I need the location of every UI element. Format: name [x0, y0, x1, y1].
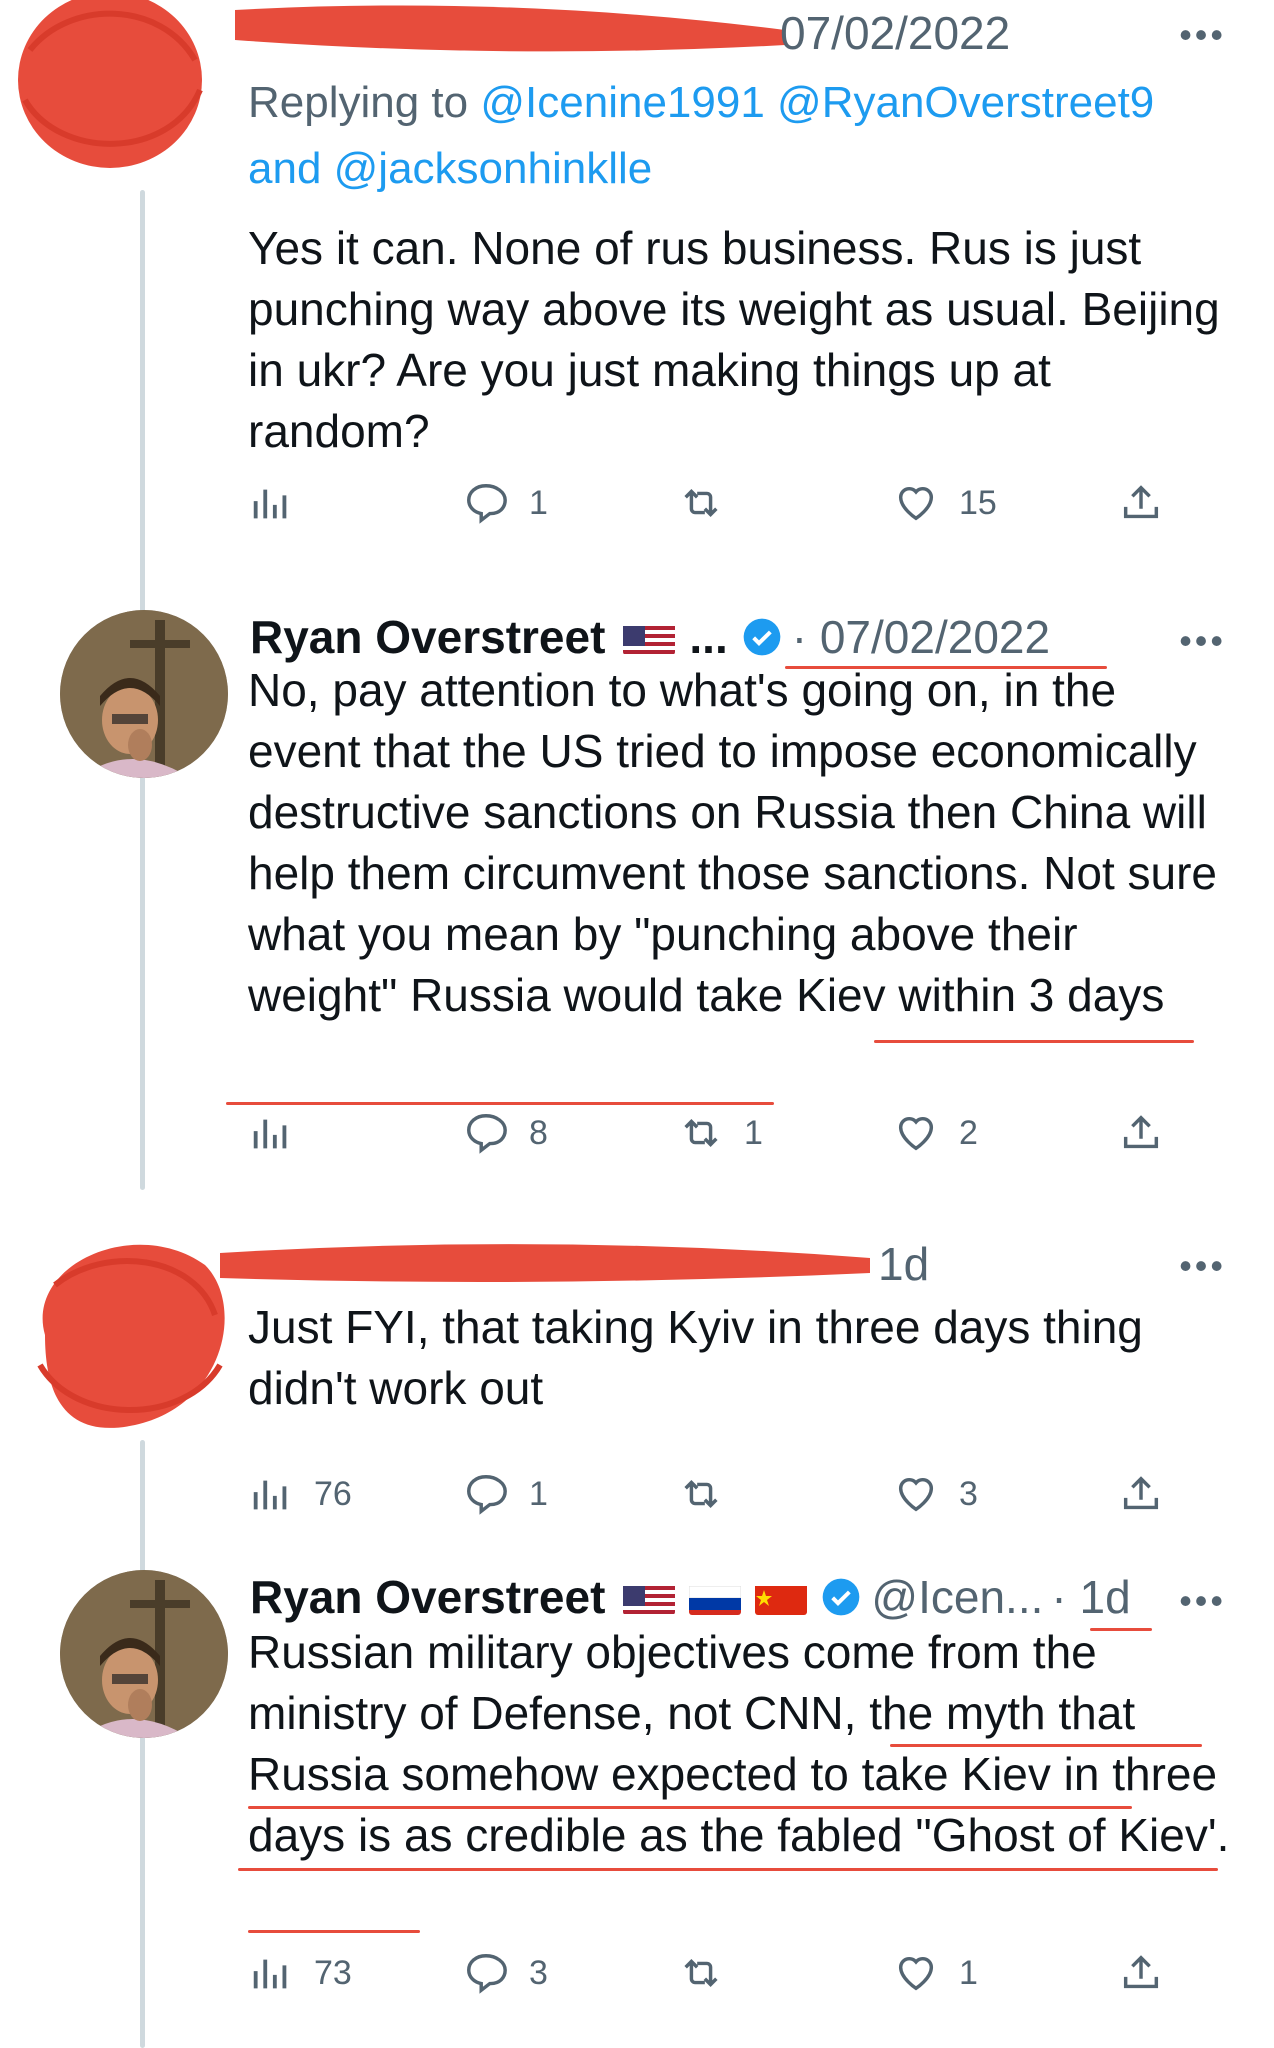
share-button[interactable] [1118, 1950, 1164, 1996]
views-count: 76 [314, 1474, 352, 1513]
share-icon [1123, 1955, 1159, 1989]
more-options-icon[interactable]: ••• [1179, 620, 1226, 662]
tweet-text: Yes it can. None of rus business. Rus is… [248, 222, 1220, 457]
thread-line [140, 1440, 145, 2048]
reply-icon [467, 1475, 507, 1515]
more-options-icon[interactable]: ••• [1179, 1580, 1226, 1622]
tweet-actions: 8 1 2 [248, 1110, 1178, 1170]
redacted-avatar [18, 0, 203, 168]
heart-icon [898, 1116, 934, 1151]
retweet-button[interactable] [678, 1950, 724, 1996]
like-button[interactable]: 3 [893, 1471, 978, 1517]
red-underline [238, 1868, 1218, 1871]
heart-icon [898, 486, 934, 521]
like-button[interactable]: 15 [893, 480, 997, 526]
views-icon [253, 1959, 287, 1989]
reply-button[interactable]: 1 [463, 1471, 548, 1517]
share-icon [1123, 1115, 1159, 1149]
red-underline [248, 1930, 420, 1933]
reply-count: 1 [529, 1474, 548, 1513]
russia-flag-icon [689, 1579, 742, 1615]
like-count: 2 [959, 1113, 978, 1152]
tweet-date[interactable]: 07/02/2022 [780, 6, 1010, 60]
verified-badge-icon [743, 618, 781, 656]
reply-icon [467, 484, 507, 524]
heart-icon [898, 1477, 934, 1512]
reply-button[interactable]: 1 [463, 480, 548, 526]
retweet-icon [684, 1480, 718, 1508]
retweet-icon [684, 489, 718, 517]
mention-link[interactable]: @Icenine1991 [480, 78, 764, 127]
more-options-icon[interactable]: ••• [1179, 1245, 1226, 1287]
share-icon [1123, 485, 1159, 519]
tweet-text: No, pay attention to what's going on, in… [248, 664, 1218, 1021]
reply-count: 3 [529, 1953, 548, 1992]
name-ellipsis: ... [689, 611, 728, 663]
mention-link[interactable]: @RyanOverstreet9 [777, 78, 1154, 127]
avatar[interactable] [60, 1570, 228, 1738]
display-name[interactable]: Ryan Overstreet [250, 1570, 605, 1624]
display-name[interactable]: Ryan Overstreet [250, 610, 605, 664]
reply-to-line: Replying to @Icenine1991 @RyanOverstreet… [248, 70, 1248, 202]
share-button[interactable] [1118, 1110, 1164, 1156]
reply-button[interactable]: 8 [463, 1110, 548, 1156]
tweet-actions: 73 3 1 [248, 1950, 1178, 2010]
retweet-icon [684, 1959, 718, 1987]
share-button[interactable] [1118, 1471, 1164, 1517]
reply-icon [467, 1114, 507, 1154]
views-button[interactable]: 76 [248, 1471, 352, 1517]
like-button[interactable]: 1 [893, 1950, 978, 1996]
retweet-count: 1 [744, 1113, 763, 1152]
user-handle[interactable]: @Icen... [871, 1570, 1043, 1624]
us-flag-icon [623, 619, 676, 655]
mention-link[interactable]: @jacksonhinklle [334, 144, 653, 193]
views-icon [253, 489, 287, 519]
tweet-actions: 76 1 3 [248, 1471, 1178, 1531]
like-button[interactable]: 2 [893, 1110, 978, 1156]
views-button[interactable] [248, 480, 294, 526]
views-button[interactable] [248, 1110, 294, 1156]
reply-and: and [248, 144, 334, 193]
like-count: 3 [959, 1474, 978, 1513]
tweet-text: Just FYI, that taking Kyiv in three days… [248, 1301, 1143, 1414]
reply-count: 1 [529, 483, 548, 522]
redacted-name [235, 5, 785, 52]
tweet-date[interactable]: 1d [878, 1237, 929, 1291]
red-underline [890, 1744, 1202, 1747]
retweet-button[interactable]: 1 [678, 1110, 763, 1156]
retweet-icon [684, 1119, 718, 1147]
heart-icon [898, 1956, 934, 1991]
like-count: 1 [959, 1953, 978, 1992]
reply-count: 8 [529, 1113, 548, 1152]
verified-badge-icon [823, 1578, 860, 1616]
more-options-icon[interactable]: ••• [1179, 14, 1226, 56]
reply-icon [467, 1954, 507, 1994]
views-count: 73 [314, 1953, 352, 1992]
china-flag-icon [755, 1579, 808, 1615]
red-underline [874, 1040, 1194, 1043]
reply-prefix: Replying to [248, 78, 481, 127]
tweet-actions: 1 15 [248, 480, 1178, 540]
tweet-date[interactable]: · 1d [1051, 1570, 1130, 1624]
share-icon [1123, 1476, 1159, 1510]
views-icon [253, 1119, 287, 1149]
avatar[interactable] [60, 610, 228, 778]
redacted-avatar [37, 1244, 225, 1428]
redacted-name [220, 1244, 870, 1282]
share-button[interactable] [1118, 480, 1164, 526]
red-underline [248, 1806, 1132, 1809]
red-underline [226, 1102, 774, 1105]
views-icon [253, 1480, 287, 1510]
us-flag-icon [623, 1579, 676, 1615]
like-count: 15 [959, 483, 997, 522]
tweet-date[interactable]: · 07/02/2022 [792, 610, 1050, 664]
views-button[interactable]: 73 [248, 1950, 352, 1996]
retweet-button[interactable] [678, 1471, 724, 1517]
reply-button[interactable]: 3 [463, 1950, 548, 1996]
retweet-button[interactable] [678, 480, 724, 526]
